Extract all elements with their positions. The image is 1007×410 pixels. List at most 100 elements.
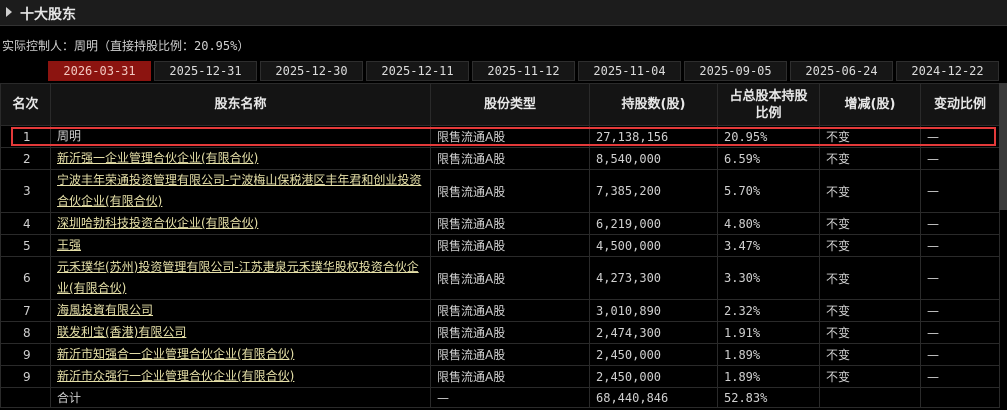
type-cell: 限售流通A股 [430, 234, 590, 257]
total-change-cell [819, 387, 921, 408]
total-type-cell: — [430, 387, 590, 408]
rank-cell: 8 [0, 321, 51, 344]
rank-cell: 9 [0, 343, 51, 366]
change-ratio-cell: — [920, 256, 1000, 300]
col-header-change-ratio[interactable]: 变动比例 [920, 83, 1000, 126]
table-row: 9 新沂市知强合一企业管理合伙企业(有限合伙) 限售流通A股 2,450,000… [0, 343, 1000, 366]
change-cell: 不变 [819, 125, 921, 148]
tab-date-7[interactable]: 2025-09-05 [684, 61, 787, 81]
tab-date-5[interactable]: 2025-11-12 [472, 61, 575, 81]
name-cell: 新沂市知强合一企业管理合伙企业(有限合伙) [50, 343, 431, 366]
tab-date-6[interactable]: 2025-11-04 [578, 61, 681, 81]
rank-cell: 9 [0, 365, 51, 388]
rank-cell: 2 [0, 147, 51, 170]
change-ratio-cell: — [920, 212, 1000, 235]
table-row: 6 元禾璞华(苏州)投资管理有限公司-江苏疌泉元禾璞华股权投资合伙企业(有限合伙… [0, 256, 1000, 300]
name-cell: 元禾璞华(苏州)投资管理有限公司-江苏疌泉元禾璞华股权投资合伙企业(有限合伙) [50, 256, 431, 300]
ratio-cell: 4.80% [717, 212, 820, 235]
shares-cell: 3,010,890 [589, 299, 718, 322]
table-row: 4 深圳哈勃科技投资合伙企业(有限合伙) 限售流通A股 6,219,000 4.… [0, 212, 1000, 235]
tab-date-3[interactable]: 2025-12-30 [260, 61, 363, 81]
col-header-ratio[interactable]: 占总股本持股比例 [717, 83, 820, 126]
rank-cell: 5 [0, 234, 51, 257]
shareholder-name-link[interactable]: 海風投資有限公司 [57, 301, 424, 321]
shares-cell: 7,385,200 [589, 169, 718, 213]
shares-cell: 8,540,000 [589, 147, 718, 170]
shareholders-table: 名次 股东名称 股份类型 持股数(股) 占总股本持股比例 增减(股) 变动比例 … [0, 83, 1000, 408]
total-ratio-cell: 52.83% [717, 387, 820, 408]
type-cell: 限售流通A股 [430, 125, 590, 148]
col-header-name[interactable]: 股东名称 [50, 83, 431, 126]
shareholder-name-link[interactable]: 新沂市众强行一企业管理合伙企业(有限合伙) [57, 367, 424, 387]
rank-cell: 4 [0, 212, 51, 235]
ratio-cell: 6.59% [717, 147, 820, 170]
rank-cell: 6 [0, 256, 51, 300]
name-cell: 深圳哈勃科技投资合伙企业(有限合伙) [50, 212, 431, 235]
shareholder-name-link[interactable]: 元禾璞华(苏州)投资管理有限公司-江苏疌泉元禾璞华股权投资合伙企业(有限合伙) [57, 258, 424, 299]
section-header[interactable]: 十大股东 [0, 0, 1007, 26]
ratio-cell: 2.32% [717, 299, 820, 322]
actual-controller-text: 实际控制人：周明（直接持股比例：20.95%） [2, 39, 250, 53]
shareholder-name-link[interactable]: 宁波丰年荣通投资管理有限公司-宁波梅山保税港区丰年君和创业投资合伙企业(有限合伙… [57, 171, 424, 212]
tab-date-9[interactable]: 2024-12-22 [896, 61, 999, 81]
table-row: 8 联发利宝(香港)有限公司 限售流通A股 2,474,300 1.91% 不变… [0, 321, 1000, 344]
change-ratio-cell: — [920, 299, 1000, 322]
ratio-cell: 3.47% [717, 234, 820, 257]
date-tabs: 2026-03-31 2025-12-31 2025-12-30 2025-12… [48, 61, 1002, 81]
change-ratio-cell: — [920, 365, 1000, 388]
name-cell: 宁波丰年荣通投资管理有限公司-宁波梅山保税港区丰年君和创业投资合伙企业(有限合伙… [50, 169, 431, 213]
change-cell: 不变 [819, 234, 921, 257]
tab-date-2[interactable]: 2025-12-31 [154, 61, 257, 81]
table-row: 1 周明 限售流通A股 27,138,156 20.95% 不变 — [0, 125, 1000, 148]
shareholder-name-link[interactable]: 新沂强一企业管理合伙企业(有限合伙) [57, 149, 424, 169]
rank-cell: 7 [0, 299, 51, 322]
change-ratio-cell: — [920, 169, 1000, 213]
col-header-rank[interactable]: 名次 [0, 83, 51, 126]
change-cell: 不变 [819, 212, 921, 235]
shareholder-name-link[interactable]: 深圳哈勃科技投资合伙企业(有限合伙) [57, 214, 424, 234]
col-header-change[interactable]: 增减(股) [819, 83, 921, 126]
table-row: 3 宁波丰年荣通投资管理有限公司-宁波梅山保税港区丰年君和创业投资合伙企业(有限… [0, 169, 1000, 213]
rank-cell: 1 [0, 125, 51, 148]
table-row: 2 新沂强一企业管理合伙企业(有限合伙) 限售流通A股 8,540,000 6.… [0, 147, 1000, 170]
col-header-type[interactable]: 股份类型 [430, 83, 590, 126]
shareholder-name-link[interactable]: 新沂市知强合一企业管理合伙企业(有限合伙) [57, 345, 424, 365]
ratio-cell: 3.30% [717, 256, 820, 300]
tab-date-8[interactable]: 2025-06-24 [790, 61, 893, 81]
shareholder-name-link[interactable]: 王强 [57, 236, 424, 256]
expand-triangle-icon[interactable] [6, 7, 12, 17]
type-cell: 限售流通A股 [430, 169, 590, 213]
shareholder-name-link[interactable]: 联发利宝(香港)有限公司 [57, 323, 424, 343]
change-ratio-cell: — [920, 234, 1000, 257]
shareholder-name: 周明 [57, 129, 82, 143]
scrollbar-thumb[interactable] [999, 83, 1007, 210]
name-cell: 联发利宝(香港)有限公司 [50, 321, 431, 344]
type-cell: 限售流通A股 [430, 365, 590, 388]
change-cell: 不变 [819, 343, 921, 366]
section-title: 十大股东 [20, 7, 76, 23]
ratio-cell: 1.89% [717, 343, 820, 366]
ratio-cell: 5.70% [717, 169, 820, 213]
name-cell: 周明 [50, 125, 431, 148]
type-cell: 限售流通A股 [430, 147, 590, 170]
table-row: 5 王强 限售流通A股 4,500,000 3.47% 不变 — [0, 234, 1000, 257]
type-cell: 限售流通A股 [430, 299, 590, 322]
shares-cell: 2,474,300 [589, 321, 718, 344]
tab-date-4[interactable]: 2025-12-11 [366, 61, 469, 81]
ratio-cell: 1.89% [717, 365, 820, 388]
change-ratio-cell: — [920, 343, 1000, 366]
change-ratio-cell: — [920, 147, 1000, 170]
change-cell: 不变 [819, 321, 921, 344]
shares-cell: 27,138,156 [589, 125, 718, 148]
rank-cell: 3 [0, 169, 51, 213]
tab-date-1[interactable]: 2026-03-31 [48, 61, 151, 81]
change-cell: 不变 [819, 256, 921, 300]
change-cell: 不变 [819, 147, 921, 170]
type-cell: 限售流通A股 [430, 256, 590, 300]
total-row: 合计 — 68,440,846 52.83% [0, 387, 1000, 408]
table-row: 7 海風投資有限公司 限售流通A股 3,010,890 2.32% 不变 — [0, 299, 1000, 322]
change-cell: 不变 [819, 169, 921, 213]
name-cell: 王强 [50, 234, 431, 257]
change-cell: 不变 [819, 299, 921, 322]
col-header-shares[interactable]: 持股数(股) [589, 83, 718, 126]
